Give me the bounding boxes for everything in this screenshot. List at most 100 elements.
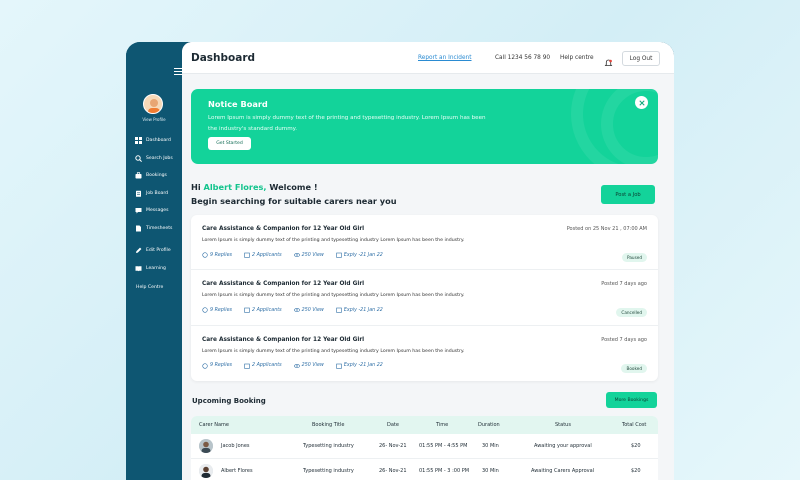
user-name: Albert Flores,: [203, 182, 267, 192]
report-incident-link[interactable]: Report an Incident: [418, 55, 472, 61]
job-description: Lorem Ipsum is simply dummy text of the …: [202, 238, 465, 243]
job-applicants: 2 Applicants: [252, 363, 282, 369]
job-replies: 9 Replies: [210, 252, 233, 258]
sidebar-item-label: Dashboard: [146, 138, 171, 144]
job-views: 250 View: [301, 363, 324, 369]
status-badge: Booked: [621, 363, 647, 373]
job-description: Lorem Ipsum is simply dummy text of the …: [202, 293, 465, 299]
job-meta: 9 Replies 2 Applicants 250 View Expiy -2…: [202, 307, 395, 313]
job-description: Lorem Ipsum is simply dummy text of the …: [202, 348, 465, 354]
job-posted-date: Posted 7 days ago: [601, 281, 647, 288]
view-profile-link[interactable]: View Profile: [136, 117, 172, 122]
column-header[interactable]: Status: [555, 416, 571, 434]
clipboard-icon: [135, 190, 142, 197]
job-card[interactable]: Care Assistance & Companion for 12 Year …: [191, 326, 658, 381]
job-posted-date: Posted 7 days ago: [601, 336, 647, 343]
help-centre-link[interactable]: Help centre: [560, 55, 594, 61]
carer-name: Albert Flores: [221, 468, 253, 474]
column-header[interactable]: Duration: [478, 416, 500, 434]
get-started-button[interactable]: Get Started: [208, 137, 251, 150]
chat-icon: [202, 252, 208, 258]
booking-time: 01:55 PM - 3 :00 PM: [419, 468, 470, 474]
status-badge: Paused: [622, 253, 647, 262]
job-title[interactable]: Care Assistance & Companion for 12 Year …: [202, 281, 364, 287]
job-applicants: 2 Applicants: [252, 252, 282, 258]
job-applicants: 2 Applicants: [252, 307, 282, 313]
edit-icon: [135, 247, 142, 254]
eye-icon: [293, 253, 300, 257]
chat-icon: [202, 307, 208, 313]
avatar: [199, 464, 213, 478]
main-content: Dashboard Report an Incident Call 1234 5…: [182, 42, 674, 480]
booking-time: 01:55 PM - 4:55 PM: [419, 443, 468, 449]
sidebar-item-label: Messages: [146, 208, 169, 214]
job-replies: 9 Replies: [210, 363, 233, 369]
calendar-icon: [336, 307, 342, 313]
job-replies: 9 Replies: [210, 307, 233, 313]
job-expiry: Expiy -21 Jan 22: [343, 363, 383, 369]
avatar[interactable]: [143, 94, 163, 114]
eye-icon: [293, 363, 300, 368]
sidebar-item-label: Edit Profile: [146, 248, 171, 254]
document-icon: [135, 225, 142, 232]
upcoming-booking-title: Upcoming Booking: [192, 397, 266, 405]
search-icon: [135, 155, 142, 162]
status-badge: Cancelled: [616, 308, 647, 318]
booking-date: 26- Nov-21: [379, 468, 407, 474]
booking-title: Typesetting industry: [303, 443, 354, 449]
calendar-icon: [244, 363, 250, 369]
booking-title: Typesetting industry: [303, 468, 354, 474]
sidebar-item-label: Bookings: [146, 173, 167, 179]
chat-icon: [135, 207, 142, 214]
booking-duration: 30 Min: [482, 468, 499, 474]
column-header[interactable]: Time: [436, 416, 448, 434]
booking-status: Awaiting your approval: [534, 443, 592, 449]
close-icon[interactable]: [635, 96, 648, 109]
calendar-icon: [244, 307, 250, 313]
post-job-button[interactable]: Post a Job: [601, 185, 655, 204]
sidebar-item-label: Timesheets: [146, 225, 173, 231]
sidebar-item-label: Job Board: [146, 190, 169, 196]
job-meta: 9 Replies 2 Applicants 250 View Expiy -2…: [202, 362, 395, 369]
job-posted-date: Posted on 25 Nov 21 , 07:00 AM: [566, 226, 647, 232]
logout-button[interactable]: Log Out: [622, 51, 660, 66]
column-header[interactable]: Booking Title: [312, 416, 344, 434]
job-views: 250 View: [301, 307, 324, 313]
job-title[interactable]: Care Assistance & Companion for 12 Year …: [202, 226, 364, 232]
table-row[interactable]: Albert Flores Typesetting industry 26- N…: [191, 459, 658, 480]
notice-board: Notice Board Lorem Ipsum is simply dummy…: [191, 89, 658, 164]
calendar-icon: [336, 252, 342, 258]
notice-title: Notice Board: [208, 99, 268, 109]
top-bar: Dashboard Report an Incident Call 1234 5…: [182, 42, 674, 74]
grid-icon: [135, 137, 142, 145]
job-expiry: Expiy -21 Jan 22: [343, 252, 383, 258]
job-expiry: Expiy -21 Jan 22: [343, 307, 383, 313]
table-row[interactable]: Jacob Jones Typesetting industry 26- Nov…: [191, 434, 658, 459]
job-card[interactable]: Care Assistance & Companion for 12 Year …: [191, 215, 658, 271]
welcome-subheading: Begin searching for suitable carers near…: [191, 196, 397, 206]
book-icon: [135, 265, 142, 272]
booking-cost: $20: [631, 443, 641, 449]
eye-icon: [293, 308, 300, 313]
column-header[interactable]: Carer Name: [199, 416, 229, 434]
welcome-heading: Hi Albert Flores, Welcome !: [191, 182, 318, 192]
job-card[interactable]: Care Assistance & Companion for 12 Year …: [191, 270, 658, 326]
booking-duration: 30 Min: [482, 443, 499, 449]
page-title: Dashboard: [191, 52, 256, 64]
avatar: [199, 439, 213, 453]
briefcase-icon: [135, 172, 142, 179]
job-meta: 9 Replies 2 Applicants 250 View Expiy -2…: [202, 252, 395, 258]
job-list: Care Assistance & Companion for 12 Year …: [191, 215, 658, 381]
sidebar-item-label: Search Jobs: [146, 155, 173, 161]
sidebar-help-centre[interactable]: Help Centre: [136, 285, 163, 290]
app-window: View Profile Dashboard Search Jobs Booki…: [126, 42, 674, 480]
more-bookings-button[interactable]: More Bookings: [606, 392, 657, 408]
bell-icon[interactable]: [604, 53, 613, 66]
column-header[interactable]: Date: [387, 416, 399, 434]
call-number[interactable]: Call 1234 56 78 90: [495, 55, 550, 61]
booking-cost: $20: [631, 468, 641, 474]
chat-icon: [202, 362, 208, 369]
column-header[interactable]: Total Cost: [622, 416, 646, 434]
job-title[interactable]: Care Assistance & Companion for 12 Year …: [202, 337, 364, 343]
booking-date: 26- Nov-21: [379, 443, 407, 449]
